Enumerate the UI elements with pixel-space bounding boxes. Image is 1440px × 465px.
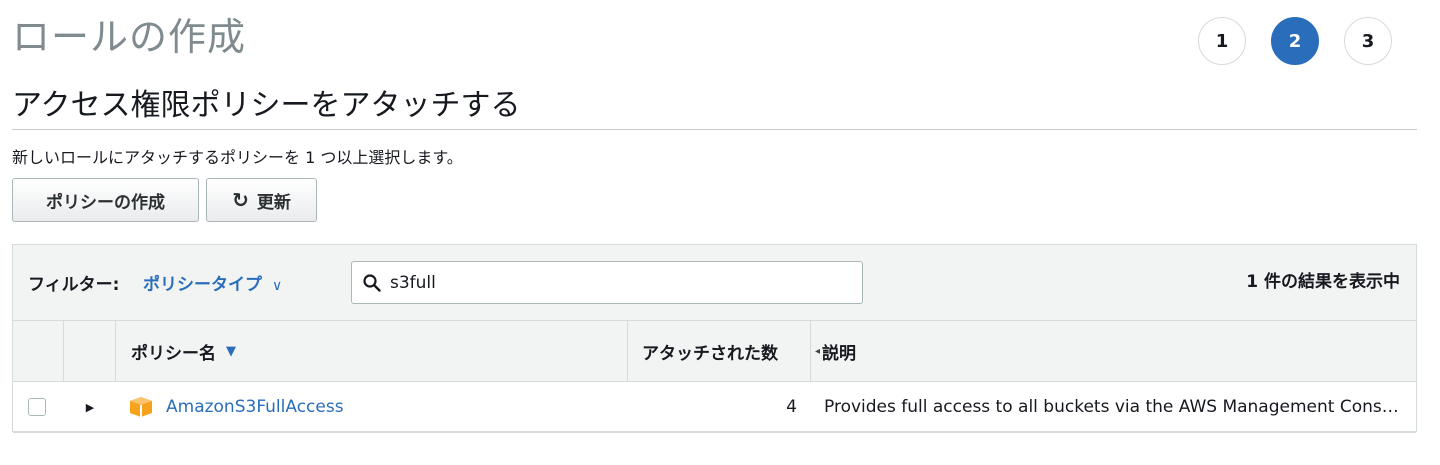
header-description[interactable]: ◂ 説明	[811, 321, 1416, 381]
filter-label: フィルター:	[28, 275, 120, 295]
attached-count-cell: 4	[786, 397, 797, 417]
toolbar: ポリシーの作成 ↻ 更新	[12, 178, 317, 222]
section-title: アクセス権限ポリシーをアタッチする	[12, 88, 521, 123]
step-1[interactable]: 1	[1198, 17, 1246, 65]
section-description: 新しいロールにアタッチするポリシーを 1 つ以上選択します。	[12, 148, 463, 167]
header-policy-name[interactable]: ポリシー名 ▼	[116, 321, 628, 381]
header-description-label: 説明	[822, 343, 857, 364]
search-icon	[363, 273, 381, 292]
create-policy-label: ポリシーの作成	[46, 192, 165, 213]
search-box[interactable]	[351, 261, 863, 304]
policy-type-filter-label: ポリシータイプ	[143, 275, 262, 295]
search-input[interactable]	[388, 271, 852, 294]
header-select-column	[13, 321, 64, 381]
filter-bar: フィルター: ポリシータイプ ∨ 1 件の結果を表示中	[13, 245, 1416, 321]
wizard-steps: 1 2 3	[1198, 17, 1392, 65]
page-title: ロールの作成	[12, 15, 247, 59]
policy-type-filter-dropdown[interactable]: ポリシータイプ ∨	[143, 270, 282, 295]
section-divider	[12, 129, 1417, 130]
table-row[interactable]: ▶ AmazonS3FullAccess 4 Provides full acc…	[13, 382, 1416, 433]
sort-descending-icon: ▼	[226, 343, 236, 359]
step-2-current[interactable]: 2	[1271, 17, 1319, 65]
row-select-cell	[13, 398, 64, 416]
aws-managed-policy-icon	[130, 397, 152, 417]
step-3[interactable]: 3	[1344, 17, 1392, 65]
table-header: ポリシー名 ▼ アタッチされた数 ◂ 説明	[13, 321, 1416, 382]
chevron-down-icon: ∨	[272, 278, 283, 294]
policy-description-cell: Provides full access to all buckets via …	[824, 397, 1413, 417]
create-policy-button[interactable]: ポリシーの作成	[12, 178, 199, 222]
refresh-icon: ↻	[232, 188, 249, 212]
header-policy-name-label: ポリシー名	[131, 343, 216, 364]
policy-table-panel: フィルター: ポリシータイプ ∨ 1 件の結果を表示中 ポリシー名 ▼ アタッチさ…	[12, 244, 1417, 433]
refresh-label: 更新	[256, 192, 291, 213]
header-attached-count[interactable]: アタッチされた数	[628, 321, 811, 381]
refresh-button[interactable]: ↻ 更新	[206, 178, 317, 222]
header-expand-column	[64, 321, 116, 381]
row-expand-icon[interactable]: ▶	[64, 401, 116, 414]
result-count: 1 件の結果を表示中	[1246, 272, 1400, 292]
policy-name-link[interactable]: AmazonS3FullAccess	[166, 397, 344, 417]
sort-icon: ◂	[815, 345, 821, 357]
policy-name-cell: AmazonS3FullAccess	[116, 396, 628, 418]
row-checkbox[interactable]	[27, 398, 46, 416]
